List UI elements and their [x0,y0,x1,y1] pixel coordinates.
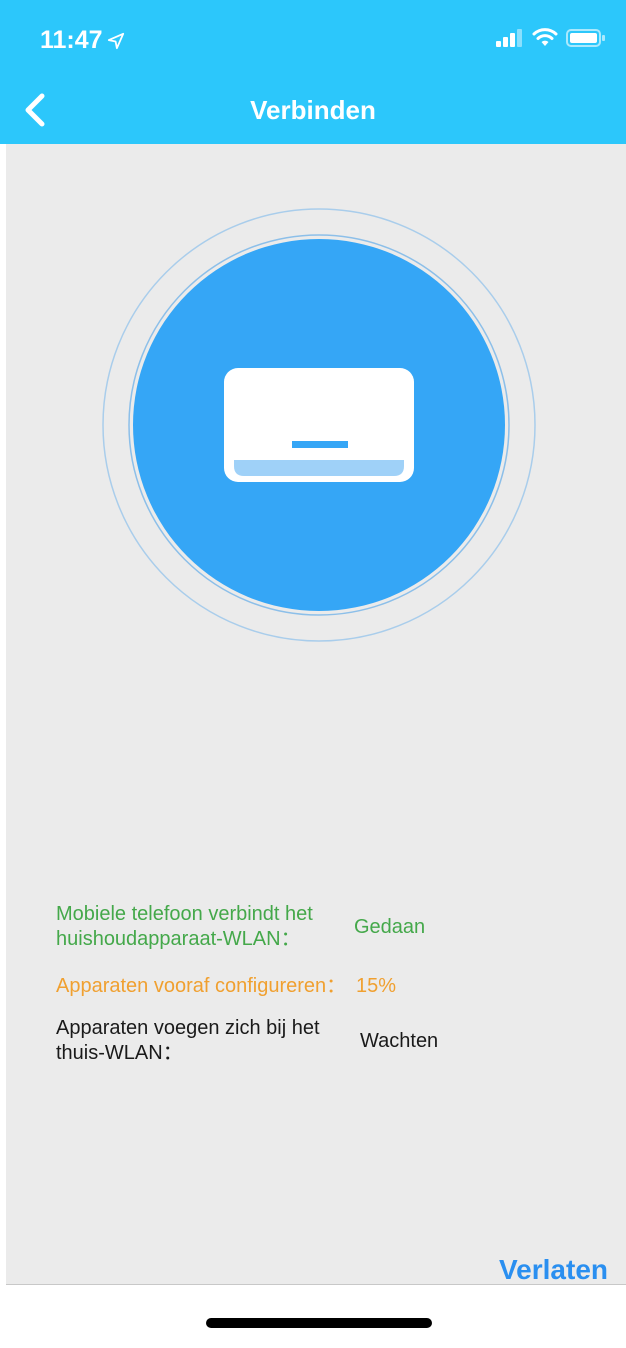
status-time: 11:47 [40,26,125,55]
home-indicator[interactable] [206,1318,432,1328]
air-conditioner-icon [224,368,414,482]
wifi-icon [532,28,558,46]
exit-button[interactable]: Verlaten [499,1254,608,1286]
battery-icon [566,29,605,47]
step-label: Apparaten vooraf configureren： [56,975,347,997]
step-status: 15% [356,975,397,997]
step-label: Apparaten voegen zich bij het thuis-WLAN… [56,1017,320,1064]
footer [0,1285,626,1348]
device-graphic [102,208,536,642]
signal-icon [496,29,522,47]
status-icons [496,28,606,48]
top-bar: 11:47 Verbinden [0,0,626,144]
step-status: Gedaan [354,916,426,938]
step-status: Wachten [360,1030,439,1052]
page-title: Verbinden [250,95,376,125]
location-arrow-icon [107,32,124,49]
main-content: Mobiele telefoon verbindt het huishoudap… [6,144,626,1284]
step-label: Mobiele telefoon verbindt het huishoudap… [56,903,313,950]
status-time-text: 11:47 [40,26,103,54]
